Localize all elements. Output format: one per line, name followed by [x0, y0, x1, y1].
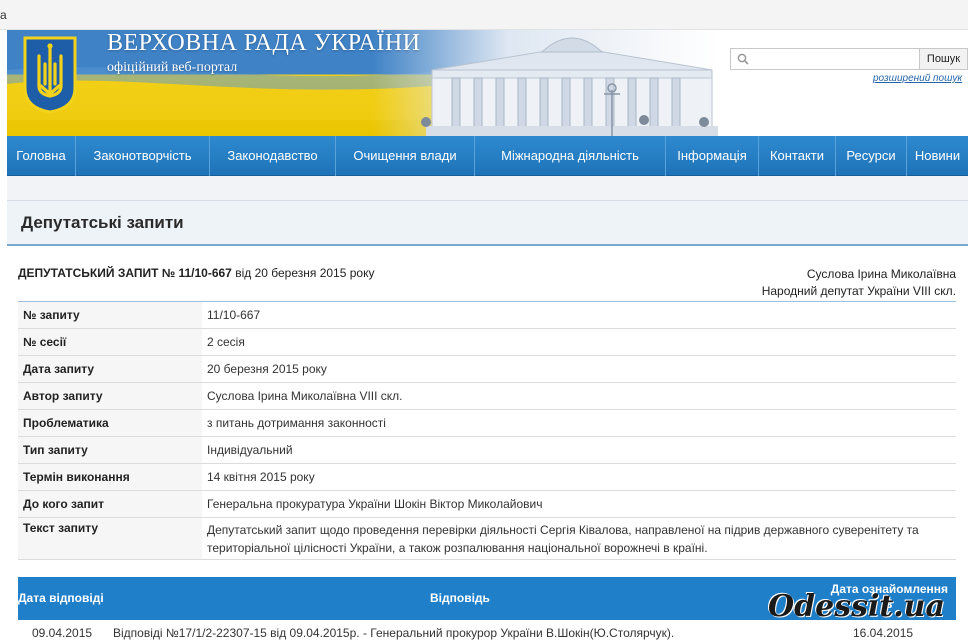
search-icon — [737, 53, 749, 65]
field-value: Генеральна прокуратура України Шокін Вік… — [202, 490, 956, 518]
table-row: До кого запит Генеральна прокуратура Укр… — [18, 490, 956, 518]
field-label: Тип запиту — [18, 436, 202, 464]
top-strip-text: a — [0, 8, 7, 22]
request-heading: ДЕПУТАТСЬКИЙ ЗАПИТ № 11/10-667 від 20 бе… — [18, 266, 374, 280]
table-row: Текст запиту Депутатський запит щодо про… — [18, 517, 956, 560]
field-label: До кого запит — [18, 490, 202, 518]
table-row: Тип запиту Індивідуальний — [18, 436, 956, 464]
field-value: 20 березня 2015 року — [202, 355, 956, 383]
request-number-heading: ДЕПУТАТСЬКИЙ ЗАПИТ № 11/10-667 — [18, 266, 232, 280]
field-value: Індивідуальний — [202, 436, 956, 464]
field-label: Автор запиту — [18, 382, 202, 410]
coat-of-arms-icon[interactable] — [21, 34, 79, 114]
page-header-panel: Депутатські запити — [7, 200, 968, 246]
field-label: № запиту — [18, 301, 202, 329]
nav-item-lustration[interactable]: Очищення влади — [336, 136, 475, 176]
browser-top-strip: a — [0, 0, 968, 30]
field-value: 2 сесія — [202, 328, 956, 356]
request-details-table: № запиту 11/10-667 № сесії 2 сесія Дата … — [18, 301, 956, 560]
column-header-answer: Відповідь — [430, 591, 490, 605]
table-row: № запиту 11/10-667 — [18, 301, 956, 329]
field-label: Текст запиту — [18, 517, 202, 560]
parliament-building-image — [421, 37, 718, 136]
field-value: 14 квітня 2015 року — [202, 463, 956, 491]
nav-item-international[interactable]: Міжнародна діяльність — [475, 136, 666, 176]
main-nav: Головна Законотворчість Законодавство Оч… — [7, 136, 968, 176]
field-value: Депутатський запит щодо проведення перев… — [202, 517, 956, 560]
answer-date: 09.04.2015 — [32, 626, 93, 640]
table-row: № сесії 2 сесія — [18, 328, 956, 356]
table-row: Термін виконання 14 квітня 2015 року — [18, 463, 956, 491]
watermark-logo: Odessit.ua — [768, 589, 945, 624]
column-header-answer-date: Дата відповіді — [18, 591, 104, 605]
page-title: Депутатські запити — [21, 213, 184, 232]
field-label: Дата запиту — [18, 355, 202, 383]
field-label: Термін виконання — [18, 463, 202, 491]
request-date-heading: від 20 березня 2015 року — [231, 266, 375, 280]
header-banner: ВЕРХОВНА РАДА УКРАЇНИ офіційний веб-порт… — [7, 30, 968, 136]
nav-item-lawmaking[interactable]: Законотворчість — [76, 136, 210, 176]
nav-item-resources[interactable]: Ресурси — [836, 136, 907, 176]
field-value: Суслова Ірина Миколаївна VIII скл. — [202, 382, 956, 410]
nav-item-legislation[interactable]: Законодавство — [210, 136, 336, 176]
advanced-search-link[interactable]: розширений пошук — [873, 73, 962, 84]
field-label: № сесії — [18, 328, 202, 356]
search-input[interactable] — [730, 48, 920, 70]
request-author-role: Народний депутат України VIII скл. — [761, 284, 956, 298]
request-author-name[interactable]: Суслова Ірина Миколаївна — [762, 266, 956, 283]
nav-item-news[interactable]: Новини — [907, 136, 968, 176]
site-subtitle: офіційний веб-портал — [107, 60, 238, 75]
table-row: Автор запиту Суслова Ірина Миколаївна VI… — [18, 382, 956, 410]
nav-item-home[interactable]: Головна — [7, 136, 76, 176]
nav-item-information[interactable]: Інформація — [666, 136, 759, 176]
field-label: Проблематика — [18, 409, 202, 437]
answer-ack-date: 16.04.2015 — [853, 626, 914, 640]
request-author-block: Суслова Ірина Миколаївна Народний депута… — [762, 266, 956, 300]
site-title[interactable]: ВЕРХОВНА РАДА УКРАЇНИ — [107, 30, 421, 57]
table-row: Проблематика з питань дотримання законно… — [18, 409, 956, 437]
content-spacer — [7, 176, 968, 200]
search-button[interactable]: Пошук — [919, 48, 968, 70]
answer-text-link[interactable]: Відповіді №17/1/2-22307-15 від 09.04.201… — [113, 626, 674, 640]
field-value: 11/10-667 — [202, 301, 956, 329]
nav-item-contacts[interactable]: Контакти — [759, 136, 836, 176]
table-row: Дата запиту 20 березня 2015 року — [18, 355, 956, 383]
field-value: з питань дотримання законності — [202, 409, 956, 437]
